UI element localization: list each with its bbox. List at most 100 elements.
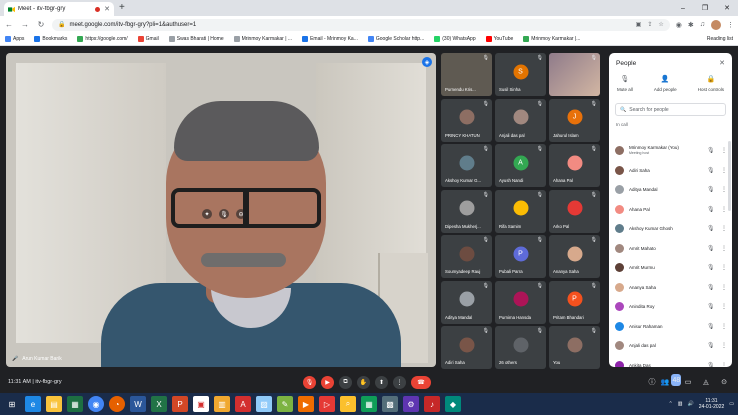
files-icon[interactable]: ▥ [214,396,230,412]
bookmark-item[interactable]: https://google.com/ [77,36,128,42]
more-options-icon[interactable]: ⋮ [721,186,727,193]
participant-tile[interactable]: A 🎙 Ayush Nandi [495,144,546,187]
more-options-icon[interactable]: ⋮ [721,303,727,310]
participant-tile[interactable]: 🎙 Rifa Samim [495,189,546,233]
mute-person-icon[interactable]: 🎙 [707,245,716,252]
mute-person-icon[interactable]: 🎙 [707,147,716,154]
reading-list-button[interactable]: Reading list [707,36,733,42]
maximize-button[interactable]: ❐ [694,0,716,16]
paint-icon[interactable]: ✎ [277,396,293,412]
person-row[interactable]: Amrit Murmu 🎙 ⋮ [609,258,732,278]
participant-tile[interactable]: 🎙 You [549,326,600,369]
person-row[interactable]: Adiri Saha 🎙 ⋮ [609,161,732,181]
excel-icon[interactable]: ▦ [67,396,83,412]
tab-close-icon[interactable]: ✕ [104,5,110,13]
calendar-icon[interactable]: ▣ [193,396,209,412]
acrobat-icon[interactable]: A [235,396,251,412]
person-row[interactable]: Anindita Roy 🎙 ⋮ [609,297,732,317]
main-video[interactable]: ✦ 🎙 ⊖ ◈ 🎤 Arun Kumar Barik [6,53,436,367]
person-row[interactable]: Akshoy Kumar Ghosh 🎙 ⋮ [609,219,732,239]
excel-app-icon[interactable]: X [151,396,167,412]
app-icon[interactable]: ◆ [445,396,461,412]
media-player-icon[interactable]: ▶ [298,396,314,412]
mute-speaker-icon[interactable]: 🎙 [219,209,229,219]
start-icon[interactable]: ⊞ [4,396,20,412]
search-app-icon[interactable]: ⌕ [340,396,356,412]
bookmark-item[interactable]: YouTube [485,36,513,42]
person-row[interactable]: Aditya Mandal 🎙 ⋮ [609,180,732,200]
participant-tile[interactable]: 🎙 26 others [495,326,546,369]
raise-hand-button[interactable]: ✋ [357,376,370,389]
person-row[interactable]: Amrit Mahato 🎙 ⋮ [609,239,732,259]
mute-person-icon[interactable]: 🎙 [707,362,716,367]
participant-tile[interactable]: 🎙 Soumyadeep Rauj [441,235,492,278]
more-options-icon[interactable]: ⋮ [721,167,727,174]
powerpoint-icon[interactable]: P [172,396,188,412]
people-icon[interactable]: 👥 48 [661,374,682,388]
firefox-icon[interactable]: ◔ [109,396,125,412]
minimize-button[interactable]: – [672,0,694,16]
participant-tile[interactable]: 🎙 Dipesha Mukherj... [441,189,492,233]
puzzle-icon[interactable]: ✱ [688,21,694,29]
participant-tile[interactable]: J 🎙 Jahurul Islam [549,98,600,142]
participant-tile[interactable]: 🎙 Adiri Saha [441,326,492,369]
bookmark-star-icon[interactable]: ☆ [658,21,663,28]
participant-tile[interactable]: 🎙 [549,53,600,96]
chat-icon[interactable]: ▭ [682,376,694,388]
bookmark-item[interactable]: Email - Mrinmoy Ka... [302,36,358,42]
participant-tile[interactable]: 🎙 Ananya Saha [549,235,600,278]
participant-tile[interactable]: 🎙 Purnima Hansda [495,280,546,324]
bookmark-item[interactable]: Mrinmoy Karmakar | ... [233,36,292,42]
settings-icon[interactable]: ⚙ [403,396,419,412]
person-row[interactable]: Ahana Pal 🎙 ⋮ [609,200,732,220]
bookmark-item[interactable]: Gmail [137,36,159,42]
pin-icon[interactable]: ✦ [202,209,212,219]
more-options-icon[interactable]: ⋮ [721,225,727,232]
new-tab-button[interactable]: + [119,2,125,14]
video-icon[interactable]: ▷ [319,396,335,412]
edge-icon[interactable]: e [25,396,41,412]
mute-person-icon[interactable]: 🎙 [707,303,716,310]
back-icon[interactable]: ← [4,20,14,29]
word-icon[interactable]: W [130,396,146,412]
pinned-indicator-icon[interactable]: ◈ [422,57,432,67]
person-row[interactable]: Anjali das pal 🎙 ⋮ [609,336,732,356]
volume-icon[interactable]: 🔊 [687,401,693,407]
photos-icon[interactable]: ▩ [382,396,398,412]
host-lock-icon[interactable]: ⊙ [718,376,730,388]
notepad-icon[interactable]: ▨ [256,396,272,412]
mute-person-icon[interactable]: 🎙 [707,206,716,213]
forward-icon[interactable]: → [20,20,30,29]
system-clock[interactable]: 11:31 24-01-2022 [699,398,725,410]
music-icon[interactable]: ♪ [424,396,440,412]
bookmark-item[interactable]: (30) WhatsApp [434,36,476,42]
participant-tile[interactable]: 🎙 Arko Pal [549,189,600,233]
captions-button[interactable]: ⧉ [339,376,352,389]
more-options-icon[interactable]: ⋮ [721,362,727,367]
chrome-icon[interactable]: ◉ [88,396,104,412]
mute-person-icon[interactable]: 🎙 [707,225,716,232]
person-row[interactable]: Ananya Saha 🎙 ⋮ [609,278,732,298]
bookmark-item[interactable]: Apps [5,36,24,42]
notifications-icon[interactable]: ▭ [729,401,734,407]
share-icon[interactable]: ⇪ [647,21,652,28]
extension-icon[interactable]: ◉ [676,21,682,29]
mute-all-button[interactable]: 🎙 Mute all [617,75,633,101]
participant-tile[interactable]: 🎙 Akshoy Kumar G... [441,144,492,187]
address-bar[interactable]: 🔒 meet.google.com/itv-fbgr-gry?pli=1&aut… [52,18,670,31]
participant-tile[interactable]: 🎙 PRINCY KHATUN [441,98,492,142]
participant-tile[interactable]: 🎙 Anjali das pal [495,98,546,142]
file-explorer-icon[interactable]: ▤ [46,396,62,412]
more-options-icon[interactable]: ⋮ [721,147,727,154]
bookmark-item[interactable]: Google Scholar http... [367,36,424,42]
close-window-button[interactable]: ✕ [716,0,738,16]
more-options-icon[interactable]: ⋮ [721,245,727,252]
tray-arrow-icon[interactable]: ⌃ [669,401,673,407]
participant-tile[interactable]: P 🎙 Pubali Parra [495,235,546,278]
camera-icon[interactable]: ▣ [636,21,642,28]
bookmark-item[interactable]: Mrinmoy Karmakar |... [523,36,580,42]
person-row[interactable]: Anisur Rahaman 🎙 ⋮ [609,317,732,337]
more-options-icon[interactable]: ⋮ [721,206,727,213]
more-options-icon[interactable]: ⋮ [721,342,727,349]
present-button[interactable]: ⬆ [375,376,388,389]
